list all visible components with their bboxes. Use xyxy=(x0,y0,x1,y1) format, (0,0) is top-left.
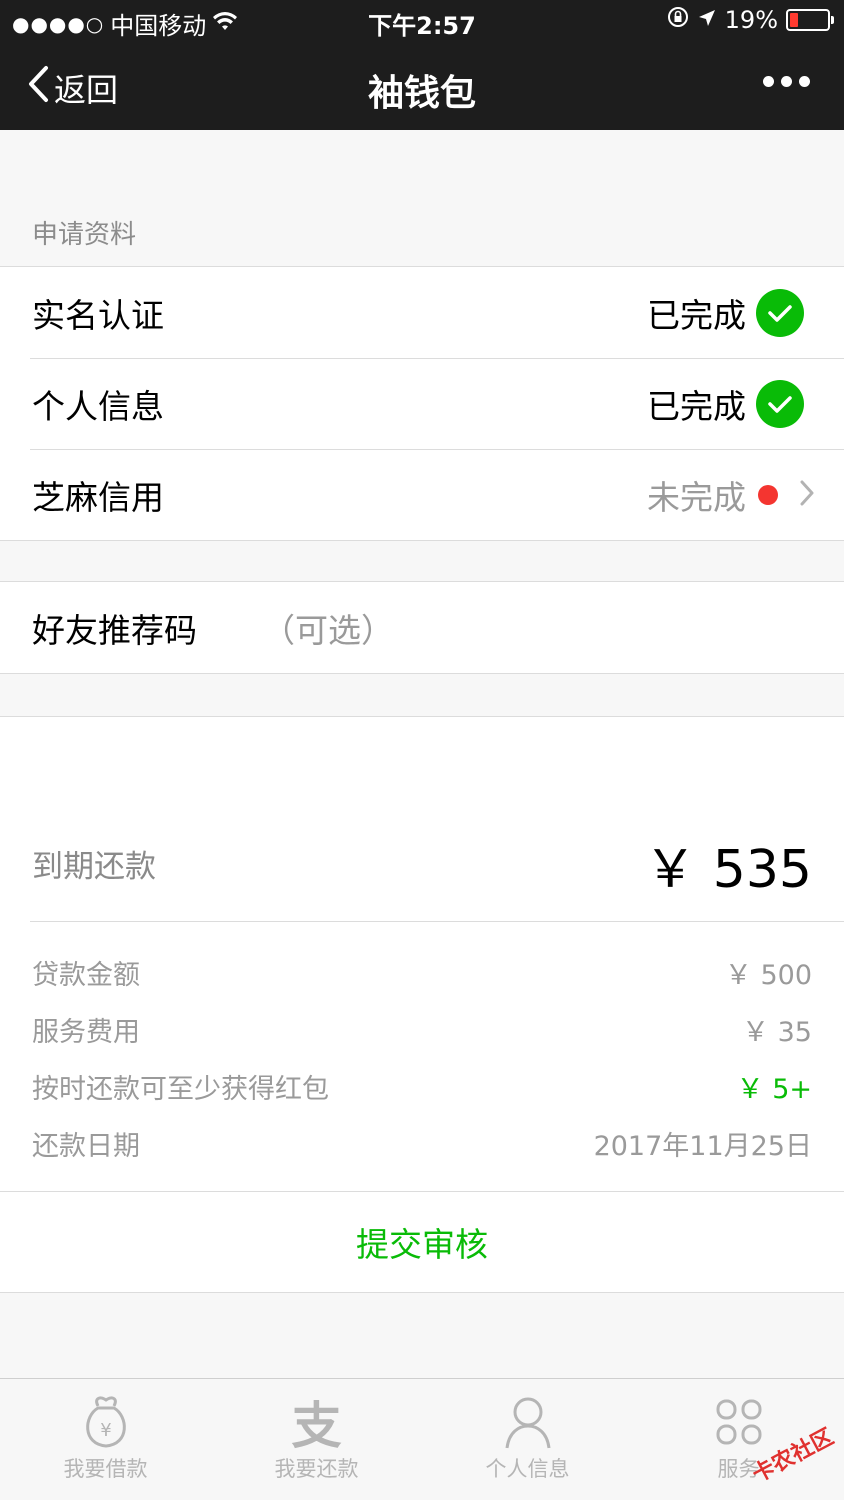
referral-group: 好友推荐码 （可选） xyxy=(0,581,844,674)
detail-value: ￥ 5+ xyxy=(736,1074,812,1105)
battery-percent: 19% xyxy=(724,6,778,34)
detail-key: 还款日期 xyxy=(32,1131,140,1162)
referral-row[interactable]: 好友推荐码 （可选） xyxy=(0,582,844,673)
detail-value: 2017年11月25日 xyxy=(593,1131,812,1162)
submit-button[interactable]: 提交审核 xyxy=(0,1191,844,1293)
application-list: 实名认证 已完成 个人信息 已完成 芝麻信用 未完成 xyxy=(0,266,844,541)
due-label: 到期还款 xyxy=(32,849,156,885)
pending-dot-icon xyxy=(758,484,778,505)
detail-row-repay-date: 还款日期 2017年11月25日 xyxy=(32,1124,812,1164)
item-status: 未完成 xyxy=(647,477,746,517)
battery-icon xyxy=(786,9,834,31)
check-circle-icon xyxy=(756,379,804,428)
list-item-sesame-credit[interactable]: 芝麻信用 未完成 xyxy=(0,449,844,540)
tab-repay[interactable]: 支 我要还款 xyxy=(211,1391,422,1483)
person-icon xyxy=(422,1391,633,1453)
item-status: 已完成 xyxy=(647,386,746,426)
detail-row-service-fee: 服务费用 ￥ 35 xyxy=(32,1010,812,1050)
tab-label: 个人信息 xyxy=(485,1457,570,1481)
referral-input[interactable]: （可选） xyxy=(262,604,394,652)
item-label: 芝麻信用 xyxy=(32,477,164,517)
status-right: 19% xyxy=(667,6,834,34)
status-bar: ●●●●○ 中国移动 下午2:57 19% xyxy=(0,0,844,44)
item-label: 实名认证 xyxy=(32,295,164,335)
rotation-lock-icon xyxy=(667,6,689,34)
money-bag-icon: ¥ xyxy=(0,1391,211,1453)
page: ●●●●○ 中国移动 下午2:57 19% 返回 袖钱包 申请资料 实名认证 已… xyxy=(0,0,844,1500)
list-item-realname[interactable]: 实名认证 已完成 xyxy=(0,267,844,358)
more-options-icon[interactable] xyxy=(763,76,810,87)
divider xyxy=(30,921,844,922)
page-title: 袖钱包 xyxy=(367,73,476,114)
due-amount: ￥ 535 xyxy=(644,840,812,900)
repayment-summary: 到期还款 ￥ 535 贷款金额 ￥ 500 服务费用 ￥ 35 按时还款可至少获… xyxy=(0,716,844,1192)
nav-bar: 返回 袖钱包 xyxy=(0,44,844,130)
detail-row-red-packet: 按时还款可至少获得红包 ￥ 5+ xyxy=(32,1067,812,1107)
check-circle-icon xyxy=(756,288,804,337)
tab-label: 我要借款 xyxy=(63,1457,148,1481)
alipay-icon: 支 xyxy=(291,1397,342,1455)
detail-value: ￥ 500 xyxy=(724,960,812,991)
detail-key: 按时还款可至少获得红包 xyxy=(32,1074,329,1105)
chevron-right-icon xyxy=(800,480,814,510)
svg-text:¥: ¥ xyxy=(100,1420,111,1441)
detail-row-loan-amount: 贷款金额 ￥ 500 xyxy=(32,953,812,993)
detail-key: 服务费用 xyxy=(32,1017,140,1048)
top-bar: ●●●●○ 中国移动 下午2:57 19% 返回 袖钱包 xyxy=(0,0,844,130)
detail-value: ￥ 35 xyxy=(742,1017,812,1048)
item-status: 已完成 xyxy=(647,295,746,335)
tab-label: 我要还款 xyxy=(274,1457,359,1481)
section-label-application: 申请资料 xyxy=(32,220,137,250)
tab-bar: ¥ 我要借款 支 我要还款 个人信息 服务 xyxy=(0,1378,844,1500)
list-item-personal-info[interactable]: 个人信息 已完成 xyxy=(0,358,844,449)
tab-personal-info[interactable]: 个人信息 xyxy=(422,1391,633,1483)
detail-key: 贷款金额 xyxy=(32,960,140,991)
location-arrow-icon xyxy=(697,6,717,34)
referral-label: 好友推荐码 xyxy=(32,610,197,650)
tab-borrow[interactable]: ¥ 我要借款 xyxy=(0,1391,211,1483)
item-label: 个人信息 xyxy=(32,386,164,426)
